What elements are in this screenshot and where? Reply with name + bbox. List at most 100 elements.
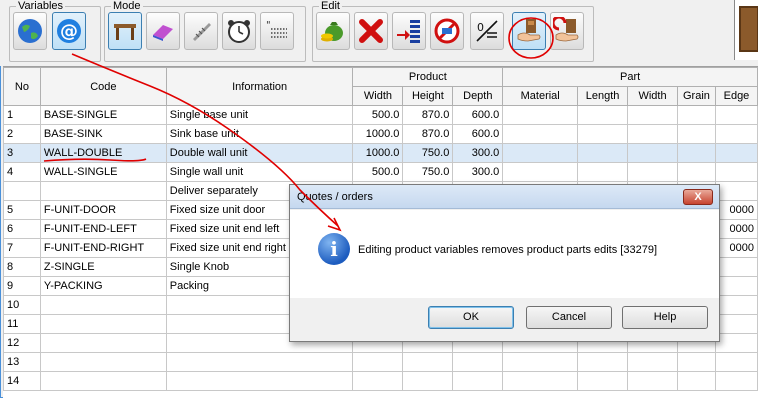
alarm-clock-mode-button[interactable] (222, 12, 256, 50)
row-number-cell[interactable]: 13 (3, 352, 41, 372)
row-number-cell[interactable]: 3 (3, 143, 41, 163)
length-cell[interactable] (577, 124, 629, 144)
length-cell[interactable] (577, 105, 629, 125)
row-number-cell[interactable]: 12 (3, 333, 41, 353)
part-width-cell[interactable] (627, 143, 678, 163)
depth-cell[interactable]: 600.0 (452, 124, 504, 144)
material-cell[interactable] (502, 162, 579, 182)
cancel-button[interactable]: Cancel (526, 306, 612, 329)
height-cell[interactable]: 870.0 (402, 105, 454, 125)
edge-cell[interactable] (714, 105, 758, 125)
table-row[interactable]: 2 BASE-SINK Sink base unit 1000.0 870.0 600.0 (3, 124, 758, 144)
table-row[interactable]: 1 BASE-SINGLE Single base unit 500.0 870.0 60… (3, 105, 758, 125)
code-cell[interactable]: F-UNIT-DOOR (39, 200, 167, 220)
grain-cell[interactable] (676, 124, 716, 144)
height-cell[interactable]: 750.0 (402, 162, 454, 182)
information-cell[interactable]: Sink base unit (165, 124, 354, 144)
header-width[interactable]: Width (352, 86, 404, 106)
code-cell[interactable] (39, 333, 167, 353)
grain-cell[interactable] (676, 105, 716, 125)
material-cell[interactable] (502, 105, 579, 125)
header-depth[interactable]: Depth (452, 86, 504, 106)
email-variables-button[interactable]: @ (52, 12, 86, 50)
depth-cell[interactable] (452, 352, 504, 372)
height-cell[interactable] (402, 352, 454, 372)
edge-cell[interactable]: 0000 (714, 238, 758, 258)
row-number-cell[interactable]: 7 (3, 238, 41, 258)
code-cell[interactable]: WALL-SINGLE (39, 162, 167, 182)
row-number-cell[interactable]: 2 (3, 124, 41, 144)
material-cell[interactable] (502, 352, 579, 372)
part-width-cell[interactable] (627, 124, 678, 144)
row-number-cell[interactable]: 8 (3, 257, 41, 277)
part-width-cell[interactable] (627, 162, 678, 182)
help-button[interactable]: Help (622, 306, 708, 329)
depth-cell[interactable]: 300.0 (452, 162, 504, 182)
code-cell[interactable] (39, 314, 167, 334)
row-number-cell[interactable]: 5 (3, 200, 41, 220)
header-edge[interactable]: Edge (714, 86, 758, 106)
grain-cell[interactable] (676, 371, 716, 391)
length-cell[interactable] (577, 162, 629, 182)
dotted-text-mode-button[interactable]: " (260, 12, 294, 50)
header-grain[interactable]: Grain (676, 86, 716, 106)
header-code[interactable]: Code (39, 67, 167, 106)
depth-cell[interactable]: 300.0 (452, 143, 504, 163)
edge-cell[interactable] (714, 295, 758, 315)
edge-cell[interactable] (714, 314, 758, 334)
edge-cell[interactable] (714, 371, 758, 391)
width-cell[interactable] (352, 371, 404, 391)
grain-cell[interactable] (676, 162, 716, 182)
length-cell[interactable] (577, 352, 629, 372)
edit-product-variables-button[interactable] (512, 12, 546, 50)
row-number-cell[interactable]: 11 (3, 314, 41, 334)
delete-button[interactable] (354, 12, 388, 50)
globe-variables-button[interactable] (13, 12, 47, 50)
code-cell[interactable]: Y-PACKING (39, 276, 167, 296)
information-cell[interactable]: Single base unit (165, 105, 354, 125)
code-cell[interactable] (39, 181, 167, 201)
grain-cell[interactable] (676, 352, 716, 372)
row-number-cell[interactable]: 1 (3, 105, 41, 125)
insert-row-button[interactable] (392, 12, 426, 50)
edge-cell[interactable] (714, 181, 758, 201)
header-no[interactable]: No (3, 67, 41, 106)
table-row[interactable]: 13 (3, 352, 758, 372)
code-cell[interactable]: BASE-SINK (39, 124, 167, 144)
edge-cell[interactable] (714, 124, 758, 144)
information-cell[interactable] (165, 352, 354, 372)
edge-cell[interactable] (714, 333, 758, 353)
header-part-width[interactable]: Width (627, 86, 678, 106)
code-cell[interactable] (39, 352, 167, 372)
width-cell[interactable] (352, 352, 404, 372)
eraser-mode-button[interactable] (146, 12, 180, 50)
part-width-cell[interactable] (627, 371, 678, 391)
edge-cell[interactable] (714, 143, 758, 163)
row-number-cell[interactable]: 6 (3, 219, 41, 239)
undo-edit-button[interactable] (550, 12, 584, 50)
row-number-cell[interactable]: 4 (3, 162, 41, 182)
screw-mode-button[interactable] (184, 12, 218, 50)
code-cell[interactable]: Z-SINGLE (39, 257, 167, 277)
code-cell[interactable] (39, 295, 167, 315)
header-information[interactable]: Information (165, 67, 354, 106)
material-cell[interactable] (502, 143, 579, 163)
header-length[interactable]: Length (577, 86, 629, 106)
row-number-cell[interactable] (3, 181, 41, 201)
information-cell[interactable]: Single wall unit (165, 162, 354, 182)
height-cell[interactable]: 750.0 (402, 143, 454, 163)
edge-cell[interactable] (714, 257, 758, 277)
material-cell[interactable] (502, 371, 579, 391)
height-cell[interactable]: 870.0 (402, 124, 454, 144)
width-cell[interactable]: 1000.0 (352, 124, 404, 144)
header-height[interactable]: Height (402, 86, 454, 106)
edge-cell[interactable]: 0000 (714, 200, 758, 220)
length-cell[interactable] (577, 371, 629, 391)
table-row[interactable]: 14 (3, 371, 758, 391)
information-cell[interactable] (165, 371, 354, 391)
information-cell[interactable]: Double wall unit (165, 143, 354, 163)
material-cell[interactable] (502, 124, 579, 144)
table-row[interactable]: 3 WALL-DOUBLE Double wall unit 1000.0 750.0 3… (3, 143, 758, 163)
depth-cell[interactable] (452, 371, 504, 391)
table-mode-button[interactable] (108, 12, 142, 50)
